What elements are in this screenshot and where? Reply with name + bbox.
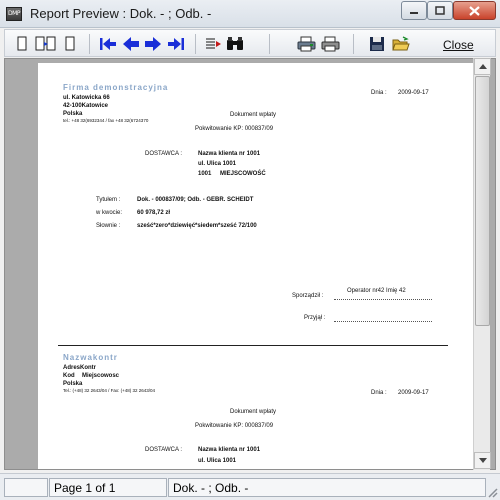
- resize-grip-icon[interactable]: [486, 486, 498, 498]
- open-folder-icon: [392, 36, 410, 51]
- window-title: Report Preview : Dok. - ; Odb. -: [30, 6, 212, 21]
- preview-area[interactable]: Firma demonstracyjna ul. Katowicka 66 42…: [4, 58, 496, 470]
- scroll-down-button[interactable]: [474, 452, 491, 469]
- two-pages-button[interactable]: [34, 34, 58, 54]
- page-width-button[interactable]: [61, 34, 79, 54]
- company-street-2: AdresKontr: [63, 365, 97, 371]
- search-button[interactable]: [225, 34, 245, 54]
- printer-setup-icon: [297, 36, 316, 52]
- save-disk-icon: [370, 37, 384, 51]
- received-label: Przyjął :: [304, 315, 326, 321]
- goto-page-icon: [206, 38, 221, 49]
- print-button[interactable]: [321, 34, 341, 54]
- chevron-down-icon: [478, 458, 487, 463]
- words-label: Słownie :: [96, 223, 121, 229]
- binoculars-icon: [227, 37, 243, 50]
- date-value-2: 2009-09-17: [398, 390, 429, 396]
- maximize-icon: [435, 6, 445, 15]
- amount-label: w kwocie:: [96, 210, 123, 216]
- supplier-name: Nazwa klienta nr 1001: [198, 151, 261, 157]
- company-contact-2: Tel.: (+48) 32 2643/04 / Fax: (+48) 32 2…: [63, 388, 156, 393]
- amount-value: 60 978,72 zł: [137, 210, 171, 216]
- doc-number-2: Pokwitowanie KP: 000837/09: [195, 423, 274, 429]
- company-contact: tel.: +48 32(6932344 / fax +48 32(672437…: [63, 118, 149, 123]
- printer-icon: [321, 36, 340, 52]
- goto-page-button[interactable]: [203, 34, 223, 54]
- first-page-icon: [100, 38, 116, 50]
- chevron-up-icon: [478, 64, 487, 69]
- date-label: Dnia :: [371, 90, 387, 96]
- company-country-2: Polska: [63, 381, 83, 387]
- doc-title: Dokument wpłaty: [230, 112, 277, 118]
- app-icon: DMP: [6, 7, 22, 21]
- close-button[interactable]: Close: [443, 38, 474, 52]
- company-code-2: Kod: [63, 373, 75, 379]
- report-page: Firma demonstracyjna ul. Katowicka 66 42…: [38, 63, 473, 469]
- open-button[interactable]: [391, 34, 411, 54]
- date-value: 2009-09-17: [398, 90, 429, 96]
- date-label-2: Dnia :: [371, 390, 387, 396]
- single-page-icon: [17, 36, 27, 51]
- vertical-scrollbar[interactable]: [473, 58, 491, 470]
- supplier-street-2: ul. Ulica 1001: [198, 458, 237, 464]
- prepared-line: [334, 299, 432, 300]
- title-label: Tytułem :: [96, 197, 121, 203]
- minimize-icon: [410, 11, 418, 14]
- page-width-icon: [65, 36, 75, 51]
- prepared-value: Operator nr42 Imię 42: [347, 288, 406, 294]
- previous-page-button[interactable]: [121, 34, 141, 54]
- scrollbar-thumb[interactable]: [475, 76, 490, 326]
- company-country: Polska: [63, 111, 83, 117]
- company-street: ul. Katowicka 66: [63, 95, 110, 101]
- status-bar: Page 1 of 1 Dok. - ; Odb. -: [0, 473, 500, 500]
- close-window-button[interactable]: [453, 1, 496, 20]
- arrow-right-icon: [145, 37, 161, 51]
- status-empty-cell: [4, 478, 48, 497]
- prepared-label: Sporządził :: [292, 293, 324, 299]
- words-value: sześć*zero*dziewięć*siedem*sześć 72/100: [137, 223, 257, 229]
- status-page: Page 1 of 1: [49, 478, 167, 497]
- supplier-label-2: DOSTAWCA :: [145, 447, 183, 453]
- status-document: Dok. - ; Odb. -: [168, 478, 486, 497]
- maximize-button[interactable]: [427, 1, 453, 20]
- separator-line: [58, 345, 448, 346]
- last-page-icon: [168, 38, 184, 50]
- print-setup-button[interactable]: [297, 34, 317, 54]
- received-line: [334, 321, 432, 322]
- supplier-zip: 1001: [198, 171, 212, 177]
- two-pages-icon: [35, 36, 56, 51]
- company-city: 42-100Katowice: [63, 103, 109, 109]
- minimize-button[interactable]: [401, 1, 427, 20]
- title-bar: DMP Report Preview : Dok. - ; Odb. -: [0, 0, 500, 28]
- next-page-button[interactable]: [143, 34, 163, 54]
- doc-number: Pokwitowanie KP: 000837/09: [195, 126, 274, 132]
- company-name: Firma demonstracyjna: [63, 83, 169, 92]
- single-page-button[interactable]: [13, 34, 31, 54]
- doc-title-2: Dokument wpłaty: [230, 409, 277, 415]
- supplier-name-2: Nazwa klienta nr 1001: [198, 447, 261, 453]
- title-value: Dok. - 000837/09; Odb. - GEBR. SCHEIDT: [137, 197, 254, 203]
- first-page-button[interactable]: [97, 34, 119, 54]
- company-city-2: Miejscowosc: [82, 373, 120, 379]
- supplier-street: ul. Ulica 1001: [198, 161, 237, 167]
- company-name-2: Nazwakontr: [63, 353, 118, 362]
- close-icon: [469, 5, 480, 16]
- arrow-left-icon: [123, 37, 139, 51]
- last-page-button[interactable]: [165, 34, 187, 54]
- scroll-up-button[interactable]: [474, 58, 491, 75]
- toolbar: Close: [4, 29, 496, 57]
- supplier-city: MIEJSCOWOŚĆ: [220, 171, 266, 177]
- save-button[interactable]: [367, 34, 387, 54]
- supplier-label: DOSTAWCA :: [145, 151, 183, 157]
